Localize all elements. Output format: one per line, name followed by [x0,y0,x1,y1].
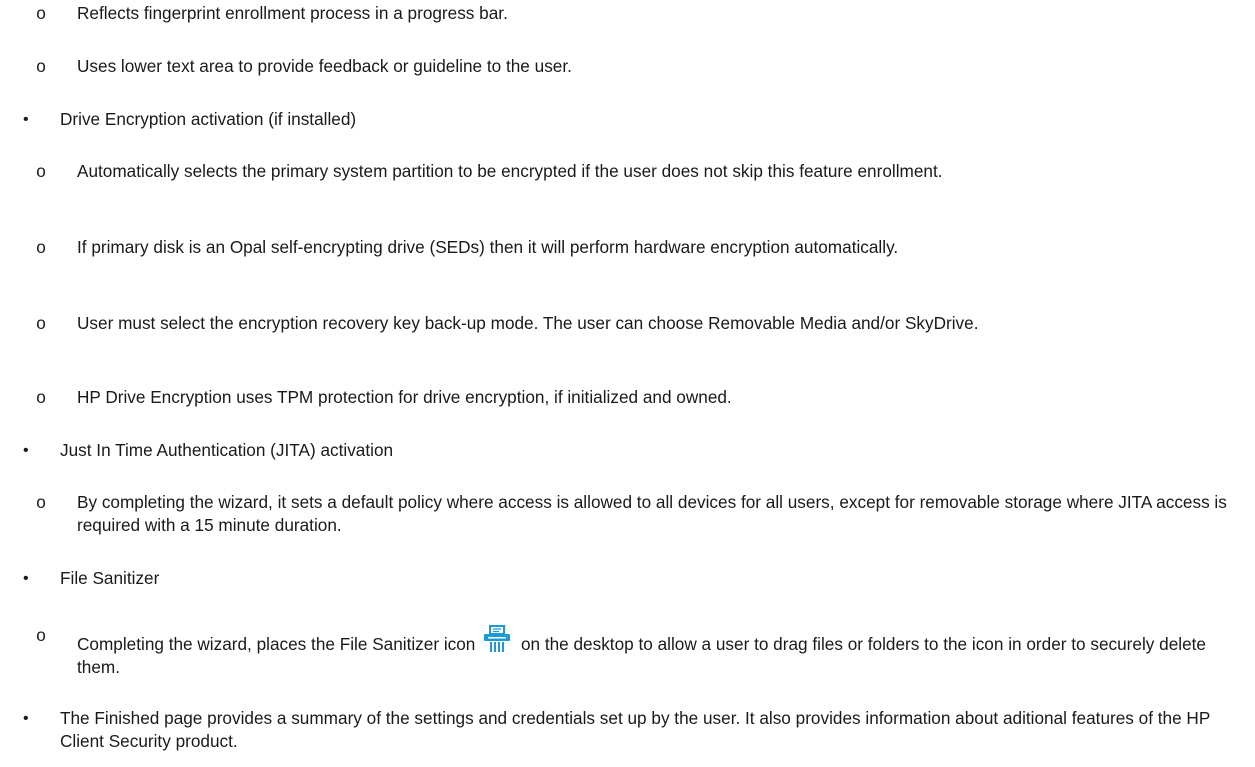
bullet-text: File Sanitizer [60,568,160,588]
sub-item-opal-sed: o If primary disk is an Opal self-encryp… [36,236,1247,259]
bullet-text: Drive Encryption activation (if installe… [60,109,357,129]
sub-item-text: HP Drive Encryption uses TPM protection … [77,387,732,407]
sub-item-text: User must select the encryption recovery… [77,313,979,333]
sub-item-fingerprint-progress: o Reflects fingerprint enrollment proces… [36,2,1247,25]
sub-marker: o [36,237,46,257]
sub-item-text: If primary disk is an Opal self-encrypti… [77,237,899,257]
bullet-marker: • [23,111,29,128]
bullet-file-sanitizer: • File Sanitizer [23,567,1240,590]
sub-item-file-sanitizer-icon: o Completing the wizard, places the File… [36,624,1247,679]
bullet-marker: • [23,710,29,727]
sub-item-jita-policy: o By completing the wizard, it sets a de… [36,491,1247,537]
sub-item-recovery-key: o User must select the encryption recove… [36,312,1247,335]
bullet-marker: • [23,442,29,459]
sub-item-primary-partition: o Automatically selects the primary syst… [36,160,1247,183]
bullet-marker: • [23,570,29,587]
bullet-drive-encryption: • Drive Encryption activation (if instal… [23,108,1240,131]
sub-marker: o [36,387,46,407]
sub-marker: o [36,625,46,645]
sub-item-text-before: Completing the wizard, places the File S… [77,634,476,654]
sub-marker: o [36,56,46,76]
sub-item-text: Automatically selects the primary system… [77,161,943,181]
sub-marker: o [36,3,46,23]
bullet-text: Just In Time Authentication (JITA) activ… [60,440,394,460]
bullet-finished-page: • The Finished page provides a summary o… [23,707,1240,753]
sub-item-tpm-protection: o HP Drive Encryption uses TPM protectio… [36,386,1247,409]
sub-item-text: Uses lower text area to provide feedback… [77,56,572,76]
sub-item-text: Reflects fingerprint enrollment process … [77,3,508,23]
bullet-text: The Finished page provides a summary of … [60,708,1210,751]
sub-item-text: By completing the wizard, it sets a defa… [77,492,1227,535]
bullet-jita-activation: • Just In Time Authentication (JITA) act… [23,439,1240,462]
sub-item-feedback-area: o Uses lower text area to provide feedba… [36,55,1247,78]
sub-marker: o [36,161,46,181]
sub-marker: o [36,492,46,512]
sub-marker: o [36,313,46,333]
file-sanitizer-icon [482,624,512,654]
